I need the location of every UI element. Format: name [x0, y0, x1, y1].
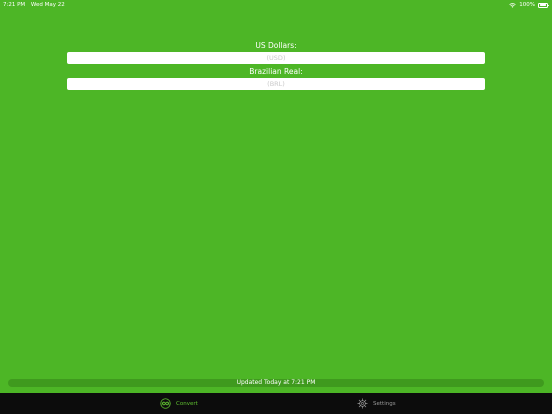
- battery-percent: 100%: [519, 2, 535, 8]
- brl-input[interactable]: [67, 78, 485, 90]
- brl-label: Brazilian Real:: [249, 67, 303, 76]
- tab-convert-label: Convert: [176, 400, 198, 407]
- status-right: 100%: [509, 2, 549, 8]
- status-left: 7:21 PM Wed May 22: [3, 2, 69, 8]
- status-bar: 7:21 PM Wed May 22 100%: [0, 0, 552, 10]
- usd-label: US Dollars:: [255, 41, 297, 50]
- battery-icon: [538, 2, 549, 8]
- gear-icon: [357, 398, 368, 409]
- tab-settings[interactable]: Settings: [357, 393, 396, 414]
- tab-convert[interactable]: Convert: [160, 393, 198, 414]
- update-status-bar: Updated Today at 7:21 PM: [8, 379, 544, 387]
- status-time: 7:21 PM: [3, 2, 26, 8]
- wifi-icon: [509, 2, 516, 8]
- status-date: Wed May 22: [30, 2, 65, 8]
- tab-settings-label: Settings: [373, 400, 396, 407]
- tab-bar: Convert Settings: [0, 393, 552, 414]
- convert-icon: [160, 398, 171, 409]
- usd-input[interactable]: [67, 52, 485, 64]
